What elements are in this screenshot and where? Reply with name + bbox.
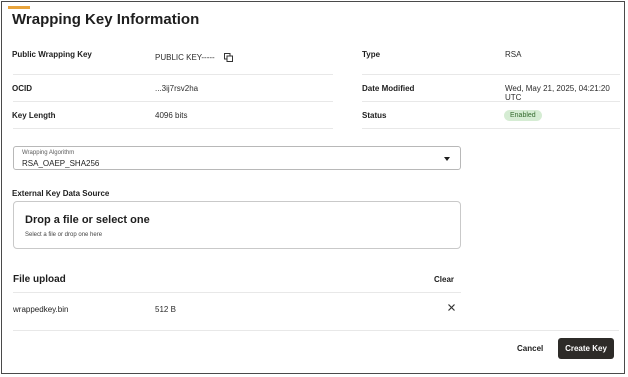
cancel-button[interactable]: Cancel xyxy=(517,344,543,353)
page-title: Wrapping Key Information xyxy=(12,11,200,28)
drop-zone-hint: Select a file or drop one here xyxy=(25,232,103,238)
date-modified-value: Wed, May 21, 2025, 04:21:20 UTC xyxy=(505,84,610,102)
close-icon[interactable] xyxy=(447,303,456,312)
row-divider xyxy=(13,292,461,293)
public-key-label: Public Wrapping Key xyxy=(12,50,92,59)
wrapping-algorithm-select[interactable]: Wrapping Algorithm RSA_OAEP_SHA256 xyxy=(13,146,461,170)
chevron-down-icon xyxy=(444,157,450,161)
wrapping-algorithm-label: Wrapping Algorithm xyxy=(22,150,75,156)
row-divider xyxy=(13,74,333,75)
row-divider xyxy=(362,128,620,129)
key-length-label: Key Length xyxy=(12,111,56,120)
status-badge: Enabled xyxy=(504,110,542,121)
wrapping-key-panel: Wrapping Key Information Public Wrapping… xyxy=(1,1,625,374)
file-size: 512 B xyxy=(155,305,176,314)
file-upload-heading: File upload xyxy=(13,274,66,285)
file-drop-zone[interactable]: Drop a file or select one Select a file … xyxy=(13,201,461,249)
copy-icon[interactable] xyxy=(224,53,233,62)
external-key-source-label: External Key Data Source xyxy=(12,189,110,198)
accent-bar xyxy=(8,6,30,9)
row-divider xyxy=(13,330,619,331)
row-divider xyxy=(362,101,620,102)
ocid-label: OCID xyxy=(12,84,32,93)
key-length-value: 4096 bits xyxy=(155,111,188,120)
date-modified-label: Date Modified xyxy=(362,84,415,93)
file-name: wrappedkey.bin xyxy=(13,305,69,314)
wrapping-algorithm-value: RSA_OAEP_SHA256 xyxy=(22,159,100,168)
row-divider xyxy=(362,74,620,75)
drop-zone-title: Drop a file or select one xyxy=(25,214,150,226)
type-value: RSA xyxy=(505,50,522,59)
type-label: Type xyxy=(362,50,381,59)
ocid-value: ...3ij7rsv2ha xyxy=(155,84,199,93)
status-label: Status xyxy=(362,111,387,120)
create-key-button[interactable]: Create Key xyxy=(558,338,614,359)
row-divider xyxy=(13,128,333,129)
public-key-value: PUBLIC KEY----- xyxy=(155,53,215,62)
clear-button[interactable]: Clear xyxy=(434,275,454,284)
row-divider xyxy=(13,101,333,102)
